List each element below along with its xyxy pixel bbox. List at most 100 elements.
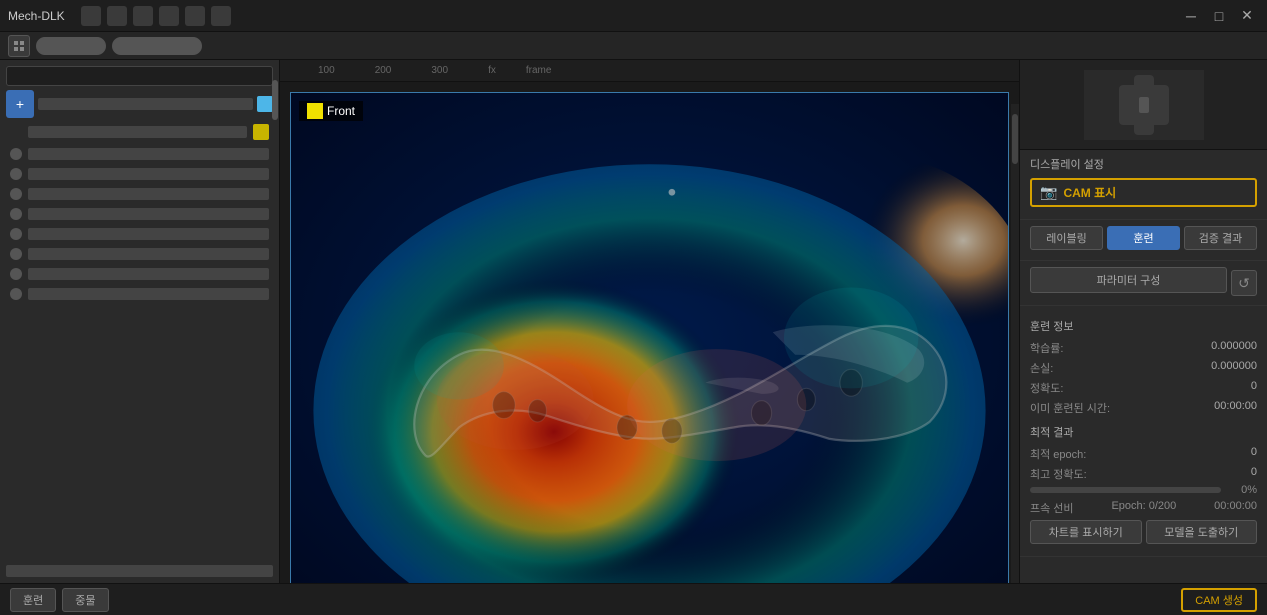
sidebar-label-3 bbox=[28, 188, 269, 200]
model-export-button[interactable]: 모델을 도출하기 bbox=[1146, 520, 1258, 544]
best-epoch-value: 0 bbox=[1251, 446, 1257, 462]
info-row-loss: 손실: 0.000000 bbox=[1030, 358, 1257, 378]
toolbar-btn-4[interactable] bbox=[159, 6, 179, 26]
preview-center bbox=[1139, 97, 1149, 113]
timeline-marker-fx: fx bbox=[488, 65, 496, 76]
sidebar-item-8[interactable] bbox=[6, 286, 273, 302]
mode-tabs: 레이블링 훈련 검증 결과 bbox=[1020, 220, 1267, 261]
best-epoch-row: 최적 epoch: 0 bbox=[1030, 444, 1257, 464]
timeline-marker-200: 200 bbox=[375, 65, 392, 76]
loss-label: 손실: bbox=[1030, 360, 1053, 376]
sidebar-item-7[interactable] bbox=[6, 266, 273, 282]
info-row-time: 이미 훈련된 시간: 00:00:00 bbox=[1030, 398, 1257, 418]
acc-value: 0 bbox=[1251, 380, 1257, 396]
bottom-left-btns: 훈련 중물 bbox=[10, 588, 109, 612]
viewport-label-text: Front bbox=[327, 104, 355, 118]
time-value: 00:00:00 bbox=[1214, 400, 1257, 416]
sidebar-item-4[interactable] bbox=[6, 206, 273, 222]
toolbar-small-icon[interactable] bbox=[8, 35, 30, 57]
heatmap-image: Front bbox=[290, 92, 1009, 583]
maximize-button[interactable]: □ bbox=[1207, 6, 1231, 26]
canvas-area: Front bbox=[280, 82, 1019, 583]
sidebar-dot-5 bbox=[10, 228, 22, 240]
best-result-table: 최적 epoch: 0 최고 정확도: 0 bbox=[1030, 444, 1257, 484]
progress-row: 0% bbox=[1030, 484, 1257, 496]
param-reset-button[interactable]: ↺ bbox=[1231, 270, 1257, 296]
toolbar-btn-5[interactable] bbox=[185, 6, 205, 26]
sidebar-action-row: + bbox=[6, 90, 273, 118]
viewport-front-label: Front bbox=[299, 101, 363, 121]
loss-value: 0.000000 bbox=[1211, 360, 1257, 376]
info-row-lr: 학습률: 0.000000 bbox=[1030, 338, 1257, 358]
app-title: Mech-DLK bbox=[8, 9, 65, 23]
add-layer-button[interactable]: + bbox=[6, 90, 34, 118]
tab-button-group: 레이블링 훈련 검증 결과 bbox=[1030, 226, 1257, 250]
sidebar-label-2 bbox=[28, 168, 269, 180]
toolbar-pill-2[interactable] bbox=[112, 37, 202, 55]
cam-display-toggle[interactable]: 📷 CAM 표시 bbox=[1030, 178, 1257, 207]
sidebar-dot-1 bbox=[10, 148, 22, 160]
minimize-button[interactable]: ─ bbox=[1179, 6, 1203, 26]
best-acc-value: 0 bbox=[1251, 466, 1257, 482]
param-config-button[interactable]: 파라미터 구성 bbox=[1030, 267, 1227, 293]
sidebar-label-1 bbox=[28, 148, 269, 160]
toolbar-btn-6[interactable] bbox=[211, 6, 231, 26]
sidebar-label-7 bbox=[28, 268, 269, 280]
timeline-marker-100: 100 bbox=[318, 65, 335, 76]
sidebar-item-5[interactable] bbox=[6, 226, 273, 242]
viewport: 100 200 300 fx frame Front bbox=[280, 60, 1019, 583]
sidebar-item-1[interactable] bbox=[6, 146, 273, 162]
timeline-marker-300: 300 bbox=[431, 65, 448, 76]
heatmap-svg bbox=[291, 93, 1008, 583]
time-label: 이미 훈련된 시간: bbox=[1030, 400, 1110, 416]
toolbar-btn-1[interactable] bbox=[81, 6, 101, 26]
progress-pct: 0% bbox=[1227, 484, 1257, 496]
sidebar-item-6[interactable] bbox=[6, 246, 273, 262]
toolbar-btn-3[interactable] bbox=[133, 6, 153, 26]
progress-bar-bg bbox=[1030, 487, 1221, 493]
sidebar-dot-4 bbox=[10, 208, 22, 220]
bottom-right-btns: CAM 생성 bbox=[1181, 588, 1257, 612]
sidebar-dot-3 bbox=[10, 188, 22, 200]
sidebar-color-row bbox=[6, 122, 273, 142]
color-swatch-1 bbox=[257, 96, 273, 112]
sidebar-item-2[interactable] bbox=[6, 166, 273, 182]
toolbar-pill-1[interactable] bbox=[36, 37, 106, 55]
status-time: 00:00:00 bbox=[1214, 500, 1257, 516]
viewport-color-indicator bbox=[307, 103, 323, 119]
info-row-acc: 정확도: 0 bbox=[1030, 378, 1257, 398]
viewport-scroll-thumb bbox=[1012, 114, 1018, 164]
toolbar bbox=[0, 32, 1267, 60]
cam-generate-button[interactable]: CAM 생성 bbox=[1181, 588, 1257, 612]
sidebar-label-6 bbox=[28, 248, 269, 260]
window-controls: ─ □ ✕ bbox=[1179, 6, 1259, 26]
display-settings-title: 디스플레이 설정 bbox=[1030, 156, 1257, 172]
sidebar-bottom-btns bbox=[6, 565, 273, 577]
sidebar-scrollbar[interactable] bbox=[272, 60, 280, 551]
titlebar: Mech-DLK ─ □ ✕ bbox=[0, 0, 1267, 32]
display-settings-section: 디스플레이 설정 📷 CAM 표시 bbox=[1020, 150, 1267, 220]
search-input[interactable] bbox=[13, 70, 266, 82]
close-button[interactable]: ✕ bbox=[1235, 6, 1259, 26]
viewport-scrollbar[interactable] bbox=[1011, 104, 1019, 583]
chart-display-button[interactable]: 차트를 표시하기 bbox=[1030, 520, 1142, 544]
color-swatch-2 bbox=[253, 124, 269, 140]
status-label: 프속 선비 bbox=[1030, 500, 1074, 516]
sidebar-search-box bbox=[6, 66, 273, 86]
right-panel: 디스플레이 설정 📷 CAM 표시 레이블링 훈련 검증 결과 파라미터 구성 … bbox=[1019, 60, 1267, 583]
sidebar-item-3[interactable] bbox=[6, 186, 273, 202]
stop-button[interactable]: 중물 bbox=[62, 588, 108, 612]
tab-training[interactable]: 훈련 bbox=[1107, 226, 1180, 250]
sidebar: + bbox=[0, 60, 280, 583]
bottom-bar: 훈련 중물 CAM 생성 bbox=[0, 583, 1267, 615]
sidebar-label-4 bbox=[28, 208, 269, 220]
sidebar-scroll-thumb bbox=[272, 80, 278, 120]
tab-labeling[interactable]: 레이블링 bbox=[1030, 226, 1103, 250]
sidebar-dot-2 bbox=[10, 168, 22, 180]
train-button[interactable]: 훈련 bbox=[10, 588, 56, 612]
best-acc-row: 최고 정확도: 0 bbox=[1030, 464, 1257, 484]
tab-validation[interactable]: 검증 결과 bbox=[1184, 226, 1257, 250]
cam-display-label: CAM 표시 bbox=[1063, 184, 1116, 201]
chart-model-btns: 차트를 표시하기 모델을 도출하기 bbox=[1030, 520, 1257, 544]
toolbar-btn-2[interactable] bbox=[107, 6, 127, 26]
